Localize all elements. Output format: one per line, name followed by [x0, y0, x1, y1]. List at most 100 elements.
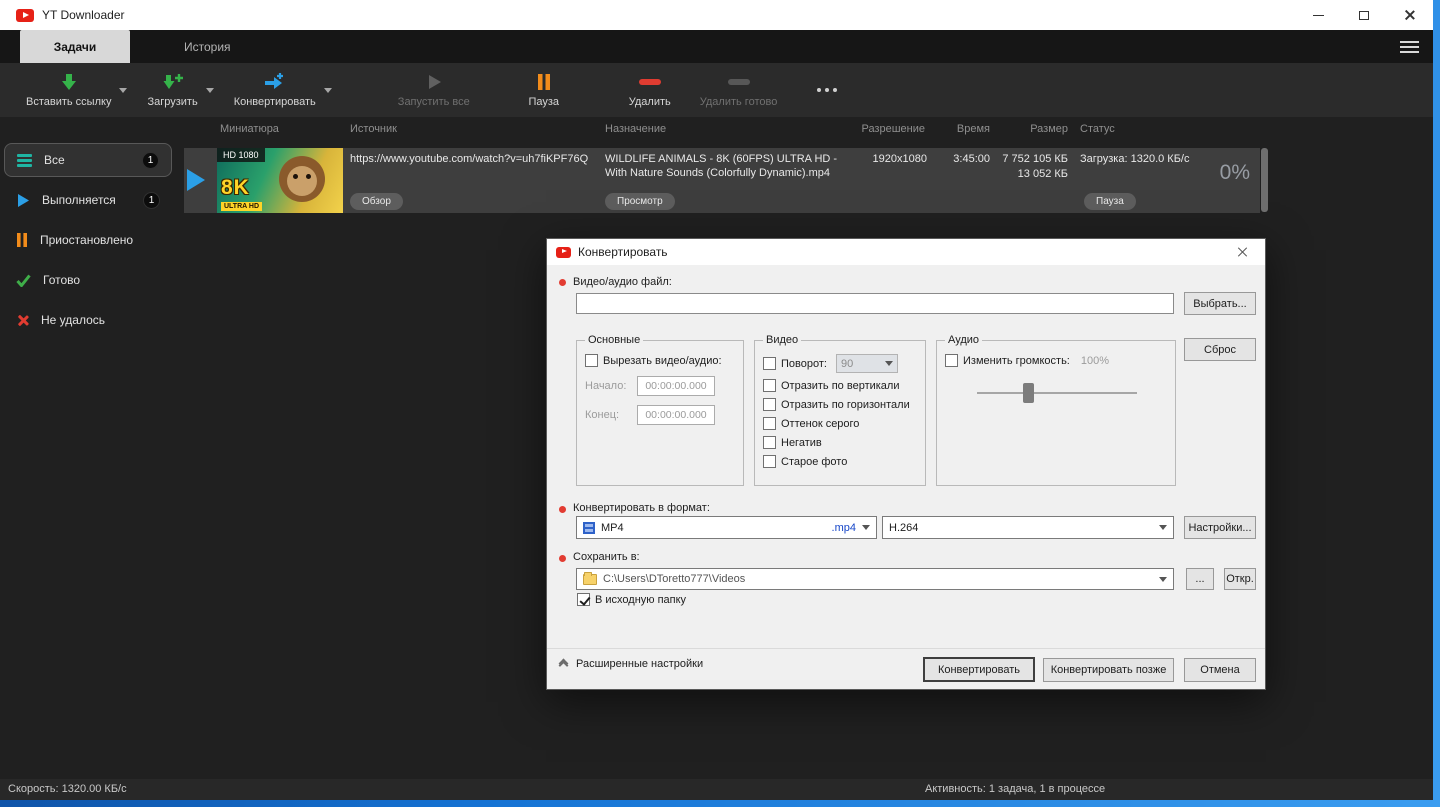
size-downloaded: 13 052 КБ [1017, 168, 1068, 180]
delete-done-icon [727, 72, 750, 92]
dialog-close-button[interactable] [1230, 239, 1256, 265]
flip-vertical-checkbox[interactable]: Отразить по вертикали [763, 379, 917, 392]
download-dropdown-icon[interactable] [205, 87, 214, 93]
table-row[interactable]: HD 1080 8K ULTRA HD https://www.youtube.… [184, 148, 1260, 213]
column-header: Источник [350, 123, 397, 135]
browse-source-button[interactable]: Обзор [350, 193, 403, 210]
title-bar: YT Downloader [0, 0, 1433, 30]
dialog-logo-icon [556, 246, 571, 258]
delete-button[interactable]: Удалить [620, 72, 680, 108]
close-button[interactable] [1387, 0, 1433, 30]
close-icon [1237, 246, 1249, 258]
old-photo-checkbox[interactable]: Старое фото [763, 455, 917, 468]
settings-button[interactable]: Настройки... [1184, 516, 1256, 539]
play-icon [18, 193, 29, 207]
same-folder-checkbox[interactable]: В исходную папку [577, 593, 686, 606]
volume-slider[interactable] [977, 383, 1137, 403]
file-input[interactable] [576, 293, 1174, 314]
more-icon[interactable] [817, 88, 838, 92]
download-icon [161, 72, 185, 92]
file-label: Видео/аудио файл: [573, 276, 672, 288]
minimize-button[interactable] [1295, 0, 1341, 30]
maximize-icon [1359, 10, 1369, 20]
column-header: Миниатюра [220, 123, 279, 135]
format-select[interactable]: MP4 .mp4 [576, 516, 877, 539]
convert-button[interactable]: Конвертировать [228, 72, 322, 108]
cancel-button[interactable]: Отмена [1184, 658, 1256, 682]
convert-confirm-button[interactable]: Конвертировать [923, 657, 1035, 682]
dialog-title-bar[interactable]: Конвертировать [547, 239, 1265, 265]
end-time-input[interactable] [637, 405, 715, 425]
save-path-select[interactable]: C:\Users\DToretto777\Videos [576, 568, 1174, 590]
checkbox-icon [763, 379, 776, 392]
rotate-row: Поворот: 90 [763, 354, 917, 373]
cut-checkbox[interactable]: Вырезать видео/аудио: [585, 354, 735, 367]
rotate-select: 90 [835, 354, 898, 373]
menu-button[interactable] [1400, 40, 1419, 53]
open-folder-button[interactable]: Откр. [1224, 568, 1256, 590]
close-icon [1404, 9, 1416, 21]
chevron-down-icon [1159, 576, 1167, 582]
video-format-icon [583, 521, 595, 534]
rotate-label: Поворот: [781, 357, 827, 370]
scrollbar[interactable] [1261, 148, 1268, 212]
paste-link-icon [59, 72, 79, 92]
tab-tasks[interactable]: Задачи [20, 30, 130, 63]
table-header-row: Миниатюра Источник Назначение Разрешение… [182, 117, 1270, 141]
quality-label: HD 1080 [217, 148, 265, 162]
sidebar-item-failed[interactable]: Не удалось [4, 303, 172, 337]
grayscale-checkbox[interactable]: Оттенок серого [763, 417, 917, 430]
rotate-checkbox[interactable] [763, 357, 776, 370]
8k-label: 8K [221, 176, 250, 199]
pause-icon [536, 72, 552, 92]
video-thumbnail[interactable]: HD 1080 8K ULTRA HD [217, 148, 343, 213]
group-main: Основные Вырезать видео/аудио: Начало: К… [576, 334, 744, 486]
column-header: Назначение [605, 123, 667, 135]
checkbox-checked-icon [577, 593, 590, 606]
convert-later-button[interactable]: Конвертировать позже [1043, 658, 1174, 682]
maximize-button[interactable] [1341, 0, 1387, 30]
volume-checkbox[interactable] [945, 354, 958, 367]
start-label: Начало: [585, 380, 627, 392]
negative-checkbox[interactable]: Негатив [763, 436, 917, 449]
app-window: YT Downloader Задачи История Вставить сс… [0, 0, 1433, 800]
double-chevron-up-icon [558, 658, 569, 670]
download-button[interactable]: Загрузить [141, 72, 203, 108]
window-title: YT Downloader [42, 8, 125, 22]
checkbox-icon [585, 354, 598, 367]
choose-file-button[interactable]: Выбрать... [1184, 292, 1256, 315]
start-time-input[interactable] [637, 376, 715, 396]
row-play-icon[interactable] [187, 169, 205, 191]
volume-row: Изменить громкость: 100% [945, 354, 1167, 367]
column-header: Статус [1080, 123, 1115, 135]
browse-folder-button[interactable]: ... [1186, 568, 1214, 590]
convert-dropdown-icon[interactable] [323, 87, 332, 93]
convert-icon [263, 72, 287, 92]
pause-button[interactable]: Пауза [514, 72, 574, 108]
chevron-down-icon [884, 361, 893, 366]
slider-track [977, 392, 1137, 394]
sidebar-item-running[interactable]: Выполняется 1 [4, 183, 172, 217]
tab-history[interactable]: История [158, 30, 257, 63]
sidebar-item-all[interactable]: Все 1 [4, 143, 172, 177]
advanced-settings-toggle[interactable]: Расширенные настройки [558, 658, 703, 670]
sidebar-item-done[interactable]: Готово [4, 263, 172, 297]
row-pause-button[interactable]: Пауза [1084, 193, 1136, 210]
paste-link-button[interactable]: Вставить ссылку [20, 72, 117, 108]
preview-button[interactable]: Просмотр [605, 193, 675, 210]
flip-horizontal-checkbox[interactable]: Отразить по горизонтали [763, 398, 917, 411]
count-badge: 1 [143, 191, 160, 209]
app-logo-icon [16, 8, 34, 22]
group-audio-title: Аудио [948, 334, 980, 346]
sidebar-item-paused[interactable]: Приостановлено [4, 223, 172, 257]
paste-link-dropdown-icon[interactable] [119, 87, 128, 93]
required-dot-icon [559, 279, 566, 286]
required-dot-icon [559, 555, 566, 562]
codec-select[interactable]: H.264 [882, 516, 1174, 539]
checkbox-icon [763, 417, 776, 430]
column-header: Разрешение [861, 123, 925, 135]
reset-button[interactable]: Сброс [1184, 338, 1256, 361]
format-extension: .mp4 [831, 521, 856, 534]
slider-handle[interactable] [1023, 383, 1035, 403]
volume-label: Изменить громкость: [963, 354, 1070, 367]
